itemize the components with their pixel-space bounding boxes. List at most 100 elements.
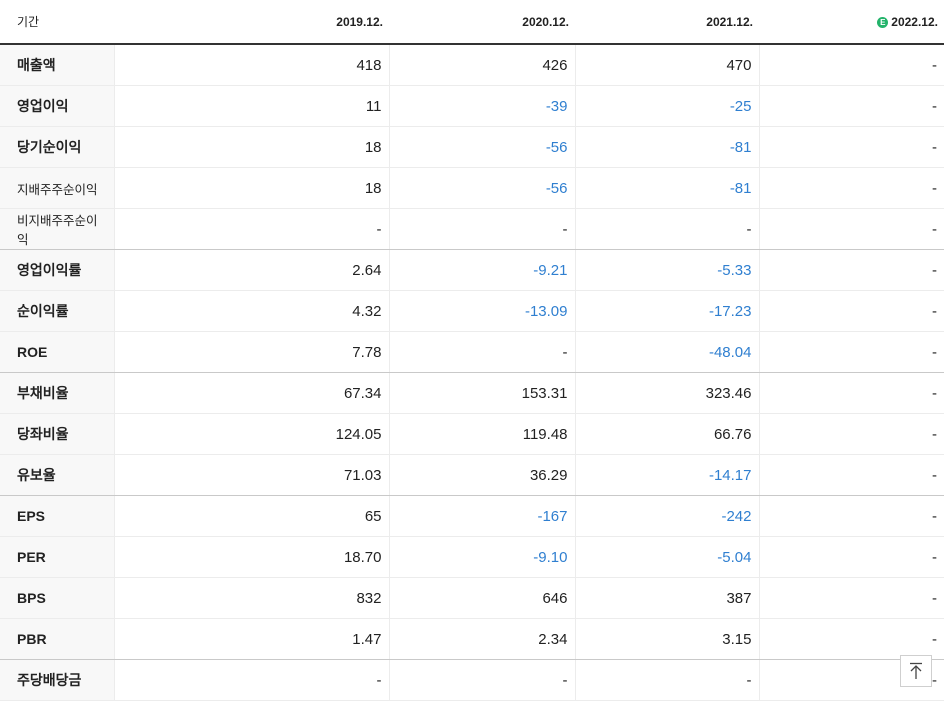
table-cell: -25 bbox=[574, 85, 759, 127]
table-cell: 1.47 bbox=[113, 618, 389, 660]
table-row: PER 18.70 -9.10 -5.04- bbox=[0, 536, 944, 578]
row-label: 당기순이익 bbox=[0, 126, 114, 168]
table-cell: -167 bbox=[388, 495, 575, 537]
table-cell: 11 bbox=[113, 85, 389, 127]
table-row: BPS 832 646 387- bbox=[0, 577, 944, 619]
table-cell: -81 bbox=[574, 126, 759, 168]
table-cell: -39 bbox=[388, 85, 575, 127]
table-cell: - bbox=[758, 167, 944, 209]
table-cell: -242 bbox=[574, 495, 759, 537]
table-cell: 323.46 bbox=[574, 372, 759, 414]
table-cell: - bbox=[388, 208, 575, 250]
table-cell: - bbox=[388, 331, 575, 373]
table-cell: - bbox=[758, 126, 944, 168]
table-row: 지배주주순이익 18 -56 -81- bbox=[0, 167, 944, 209]
table-cell: 646 bbox=[388, 577, 575, 619]
header-2020: 2020.12. bbox=[389, 0, 575, 45]
row-label: 영업이익률 bbox=[0, 249, 114, 291]
table-row: 주당배당금 - - - - bbox=[0, 659, 944, 701]
table-row: 순이익률 4.32 -13.09 -17.23- bbox=[0, 290, 944, 332]
table-cell: 124.05 bbox=[113, 413, 389, 455]
table-header-row: 기간 2019.12. 2020.12. 2021.12. E 2022.12. bbox=[0, 0, 944, 45]
table-cell: 67.34 bbox=[113, 372, 389, 414]
row-label: 유보율 bbox=[0, 454, 114, 496]
table-cell: 65 bbox=[113, 495, 389, 537]
table-cell: - bbox=[758, 85, 944, 127]
table-row: ROE 7.78- -48.04- bbox=[0, 331, 944, 373]
table-cell: 2.34 bbox=[388, 618, 575, 660]
arrow-up-to-top-icon bbox=[910, 662, 922, 679]
table-cell: -56 bbox=[388, 126, 575, 168]
table-cell: -56 bbox=[388, 167, 575, 209]
table-cell: - bbox=[758, 495, 944, 537]
table-cell: -5.04 bbox=[574, 536, 759, 578]
scroll-to-top-button[interactable] bbox=[900, 655, 932, 687]
table-row: 매출액 418 426 470- bbox=[0, 44, 944, 86]
table-cell: - bbox=[388, 659, 575, 701]
table-cell: 7.78 bbox=[113, 331, 389, 373]
table-row: 당좌비율 124.05 119.48 66.76- bbox=[0, 413, 944, 455]
table-row: PBR 1.47 2.34 3.15- bbox=[0, 618, 944, 660]
row-label: 비지배주주순이익 bbox=[0, 208, 114, 250]
table-cell: 2.64 bbox=[113, 249, 389, 291]
table-row: 영업이익 11 -39 -25- bbox=[0, 85, 944, 127]
header-2019: 2019.12. bbox=[114, 0, 389, 45]
table-cell: -81 bbox=[574, 167, 759, 209]
table-cell: - bbox=[758, 618, 944, 660]
row-label: EPS bbox=[0, 495, 114, 537]
table-cell: - bbox=[758, 454, 944, 496]
row-label: 순이익률 bbox=[0, 290, 114, 332]
table-cell: 153.31 bbox=[388, 372, 575, 414]
table-cell: 426 bbox=[388, 44, 575, 86]
header-period: 기간 bbox=[0, 0, 114, 45]
table-cell: - bbox=[758, 413, 944, 455]
table-cell: - bbox=[758, 331, 944, 373]
table-cell: -48.04 bbox=[574, 331, 759, 373]
row-label: 영업이익 bbox=[0, 85, 114, 127]
table-cell: 3.15 bbox=[574, 618, 759, 660]
table-cell: -14.17 bbox=[574, 454, 759, 496]
table-cell: 832 bbox=[113, 577, 389, 619]
row-label: PER bbox=[0, 536, 114, 578]
estimate-icon: E bbox=[877, 16, 889, 28]
table-cell: 18 bbox=[113, 167, 389, 209]
table-cell: 66.76 bbox=[574, 413, 759, 455]
table-cell: - bbox=[758, 44, 944, 86]
table-cell: 119.48 bbox=[388, 413, 575, 455]
row-label: PBR bbox=[0, 618, 114, 660]
table-cell: 387 bbox=[574, 577, 759, 619]
table-cell: - bbox=[758, 536, 944, 578]
table-cell: - bbox=[758, 372, 944, 414]
header-2022-label: 2022.12. bbox=[891, 14, 938, 29]
table-cell: - bbox=[758, 290, 944, 332]
header-2021: 2021.12. bbox=[575, 0, 759, 45]
table-row: 유보율 71.03 36.29 -14.17- bbox=[0, 454, 944, 496]
table-cell: 470 bbox=[574, 44, 759, 86]
table-cell: 4.32 bbox=[113, 290, 389, 332]
table-cell: -9.10 bbox=[388, 536, 575, 578]
row-label: ROE bbox=[0, 331, 114, 373]
table-row: 부채비율 67.34 153.31 323.46- bbox=[0, 372, 944, 414]
table-cell: 71.03 bbox=[113, 454, 389, 496]
table-cell: 418 bbox=[113, 44, 389, 86]
table-cell: - bbox=[574, 208, 759, 250]
financial-summary-table: 기간 2019.12. 2020.12. 2021.12. E 2022.12. … bbox=[0, 0, 944, 701]
row-label: 지배주주순이익 bbox=[0, 167, 114, 209]
row-label: 주당배당금 bbox=[0, 659, 114, 701]
table-cell: - bbox=[758, 249, 944, 291]
row-label: 당좌비율 bbox=[0, 413, 114, 455]
header-2022: E 2022.12. bbox=[759, 0, 944, 45]
table-cell: 18.70 bbox=[113, 536, 389, 578]
table-row: 영업이익률 2.64 -9.21 -5.33- bbox=[0, 249, 944, 291]
table-cell: -9.21 bbox=[388, 249, 575, 291]
table-cell: - bbox=[758, 208, 944, 250]
row-label: 매출액 bbox=[0, 44, 114, 86]
table-row: 비지배주주순이익 - - - - bbox=[0, 208, 944, 250]
table-cell: 18 bbox=[113, 126, 389, 168]
table-cell: - bbox=[574, 659, 759, 701]
table-cell: - bbox=[113, 208, 389, 250]
table-cell: -17.23 bbox=[574, 290, 759, 332]
row-label: 부채비율 bbox=[0, 372, 114, 414]
table-cell: 36.29 bbox=[388, 454, 575, 496]
table-cell: - bbox=[758, 577, 944, 619]
